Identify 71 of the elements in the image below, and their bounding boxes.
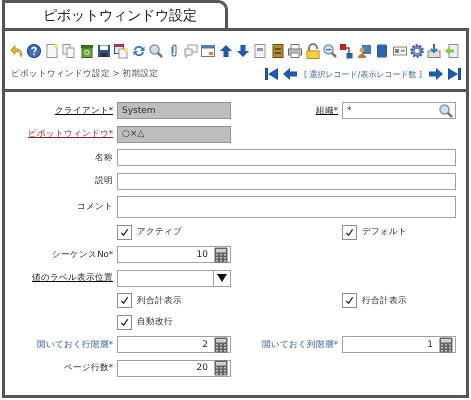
checkmark-icon [120, 228, 129, 236]
archive-icon[interactable] [270, 43, 286, 59]
number-field[interactable]: 1 [342, 336, 456, 353]
save-copy-icon[interactable] [113, 43, 130, 59]
dropdown[interactable] [117, 270, 231, 286]
checkbox-label: 行合計表示 [362, 294, 407, 306]
record-status: [ 選択レコード/表示レコード数 ] [304, 68, 422, 80]
printer-icon[interactable] [287, 43, 304, 59]
padlock-icon[interactable] [304, 43, 321, 59]
settings-icon[interactable] [408, 43, 425, 59]
calculator-icon[interactable] [214, 336, 228, 352]
dropdown-arrow-icon [217, 274, 227, 282]
next-icon[interactable] [428, 66, 444, 82]
number-field[interactable]: 20 [117, 360, 231, 376]
breadcrumb: ピボットウィンドウ設定 > 初期設定 [11, 68, 159, 80]
field-label: コメント [77, 201, 113, 213]
number-field[interactable]: 10 [117, 246, 231, 263]
checkbox-label: アクティブ [137, 226, 182, 238]
import-icon[interactable] [426, 43, 442, 59]
copy-icon[interactable] [61, 43, 78, 59]
checkmark-icon [345, 228, 354, 236]
window-title: ピボットウィンドウ設定 [43, 6, 197, 24]
calculator-icon[interactable] [214, 360, 228, 376]
text-field[interactable] [117, 149, 456, 166]
field-label: 説明 [95, 175, 113, 187]
search-icon[interactable] [148, 43, 164, 59]
window-tab[interactable]: ピボットウィンドウ設定 [2, 0, 228, 28]
field-label: シーケンスNo* [52, 248, 113, 260]
calculator-icon[interactable] [439, 336, 453, 352]
field-label[interactable]: ピボットウィンドウ* [28, 128, 113, 140]
chat-icon[interactable] [182, 43, 199, 59]
calendar-icon[interactable] [200, 43, 216, 59]
field-label: 名称 [95, 152, 113, 164]
text-field[interactable]: System [117, 102, 231, 119]
exit-icon[interactable] [444, 43, 460, 59]
checkbox-label: デフォルト [362, 226, 407, 238]
checkbox[interactable] [117, 293, 132, 308]
last-record-icon[interactable] [446, 66, 462, 82]
previous-icon[interactable] [282, 66, 298, 82]
field-label[interactable]: クライアント* [54, 104, 113, 116]
zoom-icon[interactable] [322, 43, 338, 59]
first-record-icon[interactable] [264, 66, 280, 82]
down-arrow-icon[interactable] [235, 43, 252, 59]
checkmark-icon [345, 296, 354, 305]
trash-icon[interactable] [78, 43, 95, 59]
field-label[interactable]: 組織* [316, 104, 338, 116]
calculator-icon[interactable] [214, 246, 228, 262]
save-icon[interactable] [96, 43, 112, 59]
checkmark-icon [120, 318, 129, 326]
search-field[interactable]: * [342, 102, 456, 119]
people-icon[interactable] [356, 43, 373, 59]
export-icon[interactable] [339, 43, 356, 59]
checkbox[interactable] [342, 293, 357, 308]
search-icon[interactable] [438, 102, 454, 118]
text-field[interactable] [117, 172, 456, 190]
checkmark-icon [120, 296, 129, 305]
checkbox[interactable] [342, 224, 357, 240]
field-label: 開いておく行階層* [36, 338, 113, 350]
field-label[interactable]: 値のラベル表示位置 [32, 272, 113, 284]
checkbox-label: 自動改行 [137, 316, 173, 328]
field-label: 開いておく列階層* [262, 338, 338, 350]
number-field[interactable]: 2 [117, 336, 231, 353]
refresh-icon[interactable] [130, 43, 147, 59]
up-arrow-icon[interactable] [218, 43, 234, 59]
checkbox[interactable] [117, 314, 132, 330]
checkbox[interactable] [117, 224, 132, 240]
text-field[interactable]: ○×△ [117, 126, 231, 142]
field-label: ページ行数* [64, 362, 113, 374]
help-icon[interactable] [26, 43, 42, 59]
checkbox-label: 列合計表示 [137, 294, 182, 306]
undo-icon[interactable] [9, 43, 25, 59]
